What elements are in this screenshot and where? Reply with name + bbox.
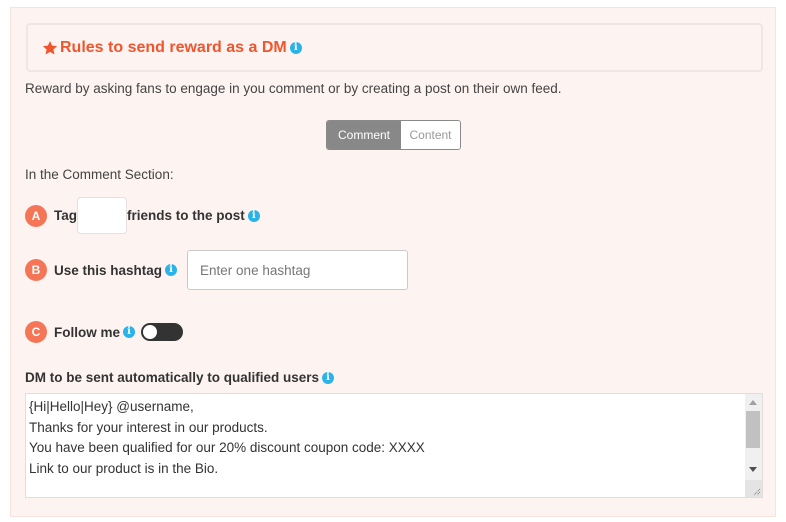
dm-textarea[interactable]: {Hi|Hello|Hey} @username, Thanks for you…	[25, 393, 763, 498]
dm-label: DM to be sent automatically to qualified…	[25, 370, 335, 385]
follow-me-toggle[interactable]	[141, 323, 184, 341]
resize-grip-icon[interactable]	[745, 480, 762, 497]
tab-comment[interactable]: Comment	[327, 121, 401, 149]
tab-content[interactable]: Content	[401, 121, 460, 149]
rule-c: C Follow me i	[25, 321, 184, 343]
dm-text[interactable]: {Hi|Hello|Hey} @username, Thanks for you…	[29, 397, 744, 479]
rules-header: Rules to send reward as a DM i	[26, 23, 763, 72]
tag-count-input[interactable]	[77, 197, 127, 234]
source-toggle: Comment Content	[326, 120, 461, 150]
info-icon[interactable]: i	[247, 209, 260, 222]
rules-description: Reward by asking fans to engage in you c…	[25, 81, 562, 96]
rules-title-text: Rules to send reward as a DM	[60, 39, 287, 56]
rule-a-prefix: Tag	[54, 208, 77, 223]
toggle-knob	[143, 325, 158, 339]
info-icon[interactable]: i	[165, 264, 178, 276]
scroll-thumb[interactable]	[746, 411, 760, 448]
badge-a: A	[25, 204, 47, 227]
info-icon[interactable]: i	[289, 42, 302, 54]
badge-b: B	[25, 259, 47, 281]
rule-a: A Tag friends to the post i	[25, 197, 260, 234]
hashtag-input[interactable]	[187, 250, 409, 290]
badge-c: C	[25, 321, 47, 343]
rules-panel: Rules to send reward as a DM i Reward by…	[10, 7, 776, 517]
info-icon[interactable]: i	[322, 371, 335, 384]
star-icon	[42, 41, 58, 55]
section-label: In the Comment Section:	[25, 167, 174, 182]
dm-label-text: DM to be sent automatically to qualified…	[25, 370, 320, 385]
scroll-up-icon[interactable]	[749, 400, 757, 405]
rule-b-label: Use this hashtag	[54, 262, 163, 278]
rules-title: Rules to send reward as a DM i	[42, 39, 302, 57]
scroll-down-icon[interactable]	[749, 467, 757, 472]
info-icon[interactable]: i	[123, 326, 136, 338]
rule-c-label: Follow me	[54, 324, 121, 340]
rule-a-suffix: friends to the post	[127, 208, 245, 223]
rule-b: B Use this hashtag i	[25, 250, 409, 290]
